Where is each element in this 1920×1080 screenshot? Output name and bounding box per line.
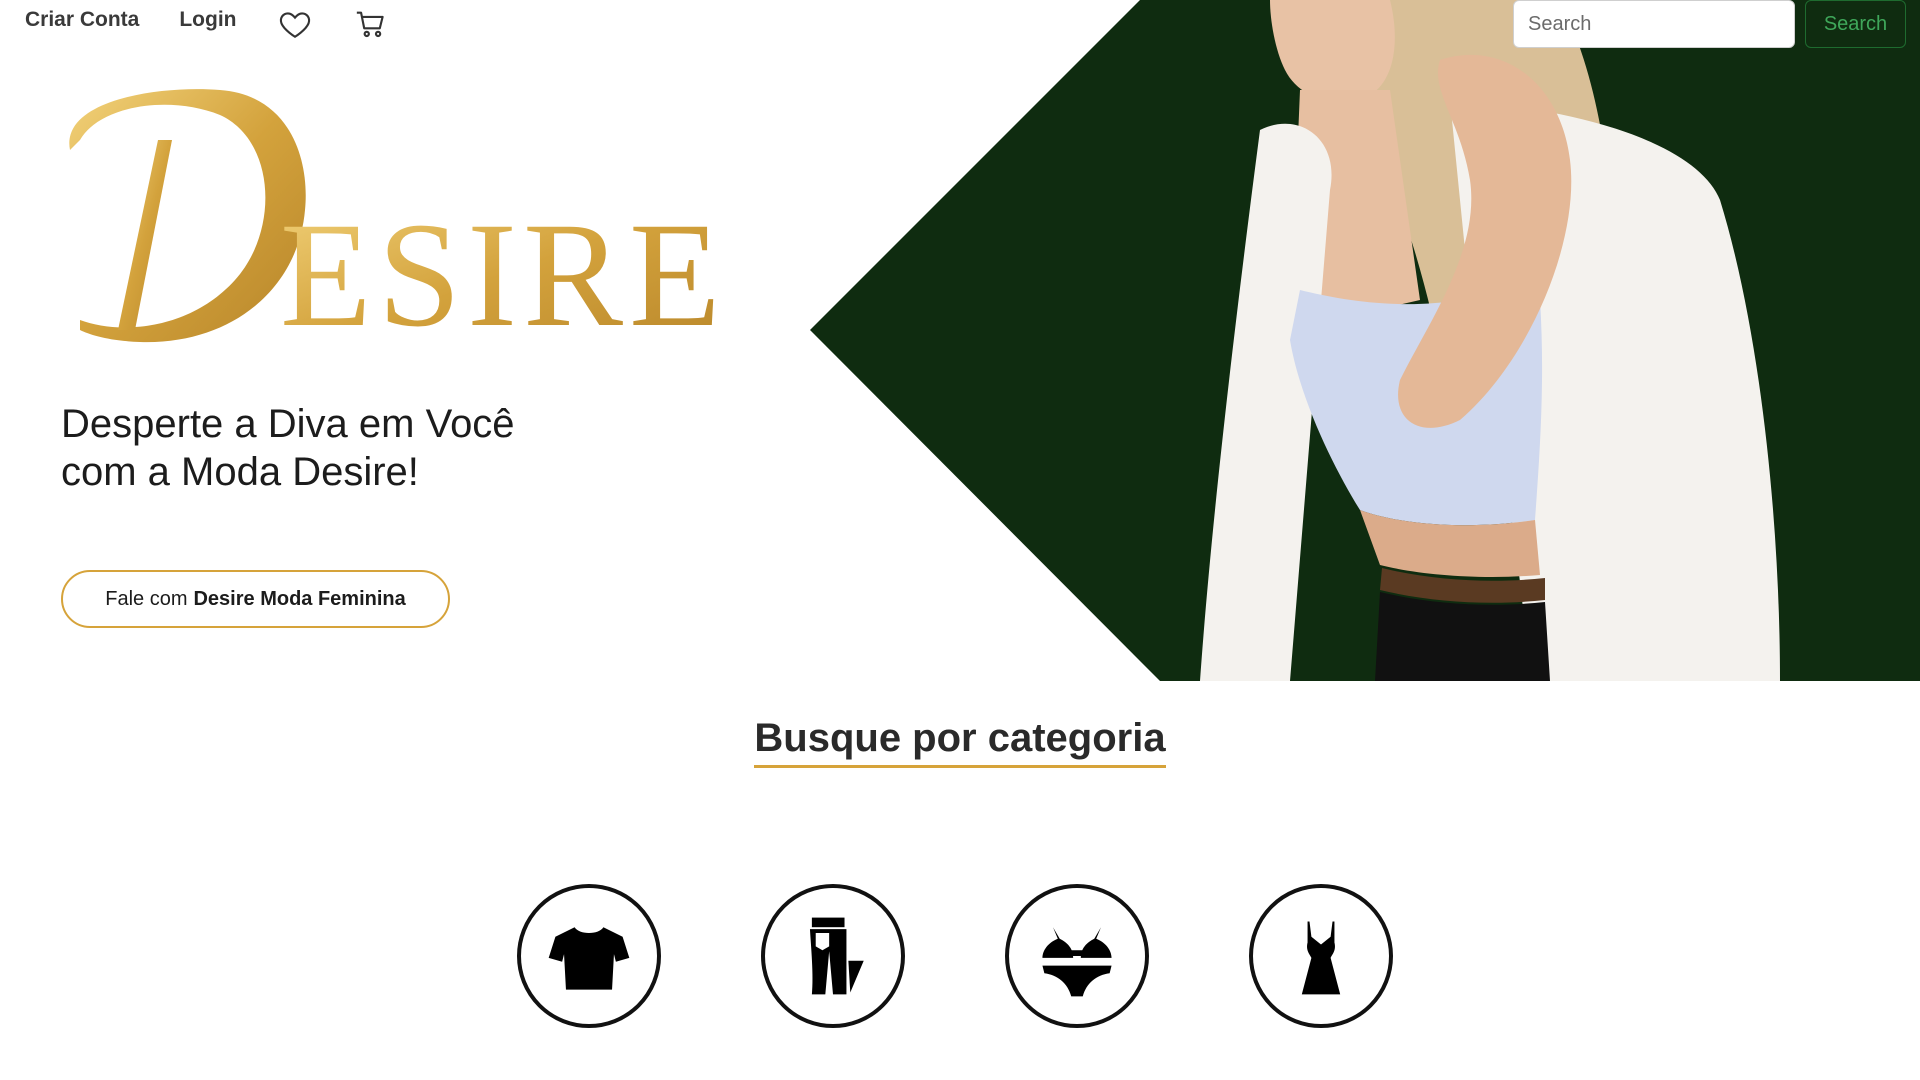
top-nav: Criar Conta Login — [25, 0, 389, 40]
login-link[interactable]: Login — [179, 8, 236, 32]
category-list — [517, 884, 1393, 1028]
category-lingerie[interactable] — [1005, 884, 1149, 1028]
contact-desire-button[interactable]: Fale com Desire Moda Feminina — [61, 570, 450, 628]
cta-store-name: Desire Moda Feminina — [193, 587, 406, 610]
category-pants[interactable] — [761, 884, 905, 1028]
cart-icon[interactable] — [353, 6, 389, 42]
pants-icon — [809, 917, 864, 995]
tagline-line-2: com a Moda Desire! — [61, 450, 419, 494]
hero-tagline: Desperte a Diva em Você com a Moda Desir… — [61, 400, 515, 496]
tagline-line-1: Desperte a Diva em Você — [61, 402, 515, 446]
svg-text:ESIRE: ESIRE — [280, 192, 727, 358]
categories-header: Busque por categoria — [0, 716, 1920, 768]
heart-icon[interactable] — [277, 6, 313, 42]
desire-logo: ESIRE — [69, 89, 727, 358]
create-account-link[interactable]: Criar Conta — [25, 8, 139, 32]
category-tshirts[interactable] — [517, 884, 661, 1028]
cta-prefix: Fale com — [105, 587, 188, 610]
search-button[interactable]: Search — [1805, 0, 1906, 48]
dress-icon — [1301, 921, 1341, 995]
tshirt-icon — [548, 927, 630, 990]
search-input[interactable] — [1513, 0, 1795, 48]
search-form: Search — [1513, 0, 1906, 48]
categories-title: Busque por categoria — [754, 716, 1166, 768]
category-dresses[interactable] — [1249, 884, 1393, 1028]
lingerie-icon — [1042, 927, 1112, 997]
